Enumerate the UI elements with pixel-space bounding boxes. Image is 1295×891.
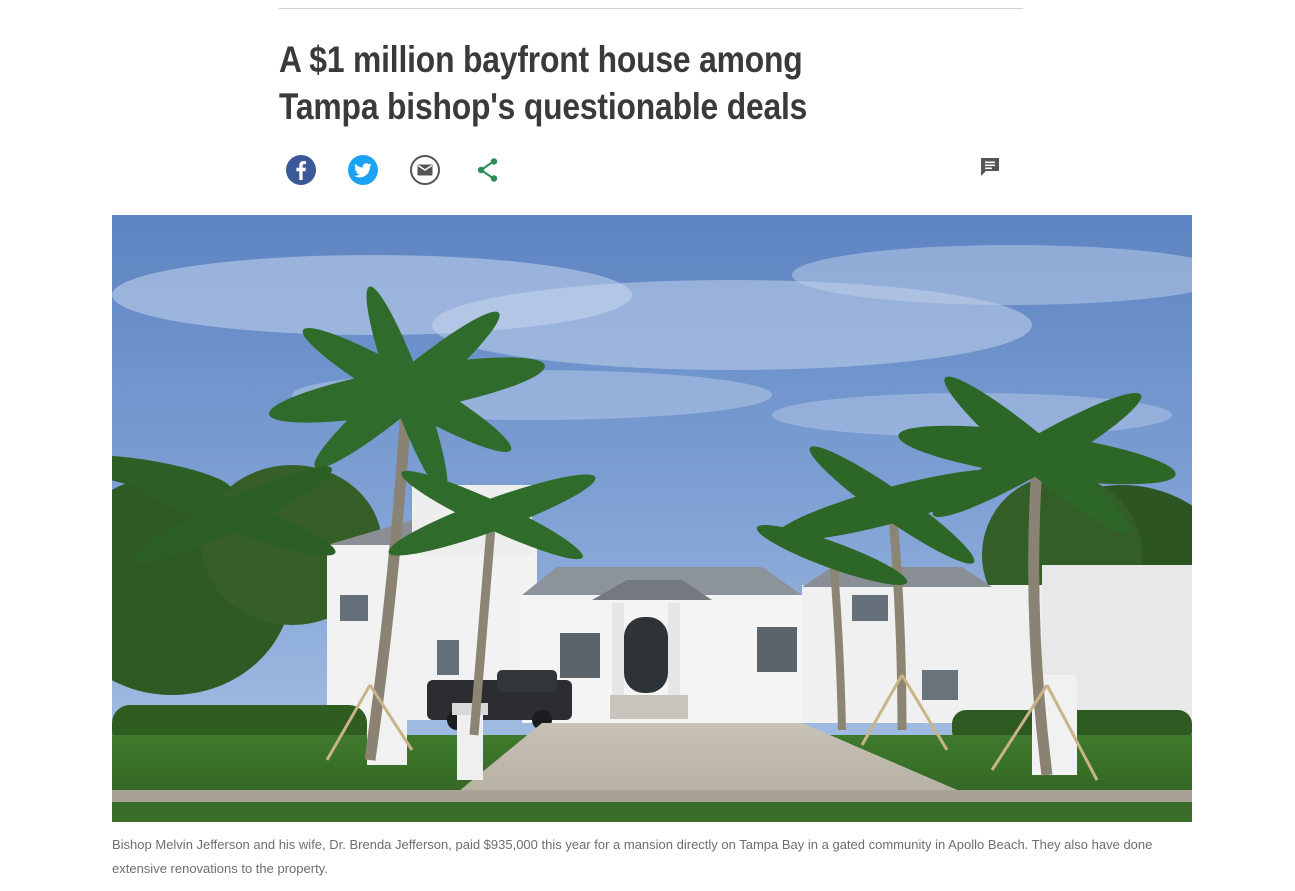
- facebook-icon: [286, 155, 316, 185]
- facebook-share-button[interactable]: [284, 153, 318, 187]
- house-photo-illustration: [112, 215, 1192, 822]
- top-divider: [279, 8, 1023, 9]
- twitter-share-button[interactable]: [346, 153, 380, 187]
- share-icon: [477, 158, 498, 182]
- email-icon: [410, 155, 440, 185]
- photo-caption: Bishop Melvin Jefferson and his wife, Dr…: [112, 837, 1153, 876]
- article-headline: A $1 million bayfront house among Tampa …: [279, 36, 812, 130]
- comment-icon: [981, 158, 999, 176]
- headline-line-2: Tampa bishop's questionable deals: [279, 86, 808, 127]
- comments-button[interactable]: [978, 155, 1002, 179]
- share-button[interactable]: [471, 153, 505, 187]
- article-photo: [112, 215, 1192, 822]
- headline-line-1: A $1 million bayfront house among: [279, 39, 803, 80]
- email-share-button[interactable]: [408, 153, 442, 187]
- twitter-icon: [348, 155, 378, 185]
